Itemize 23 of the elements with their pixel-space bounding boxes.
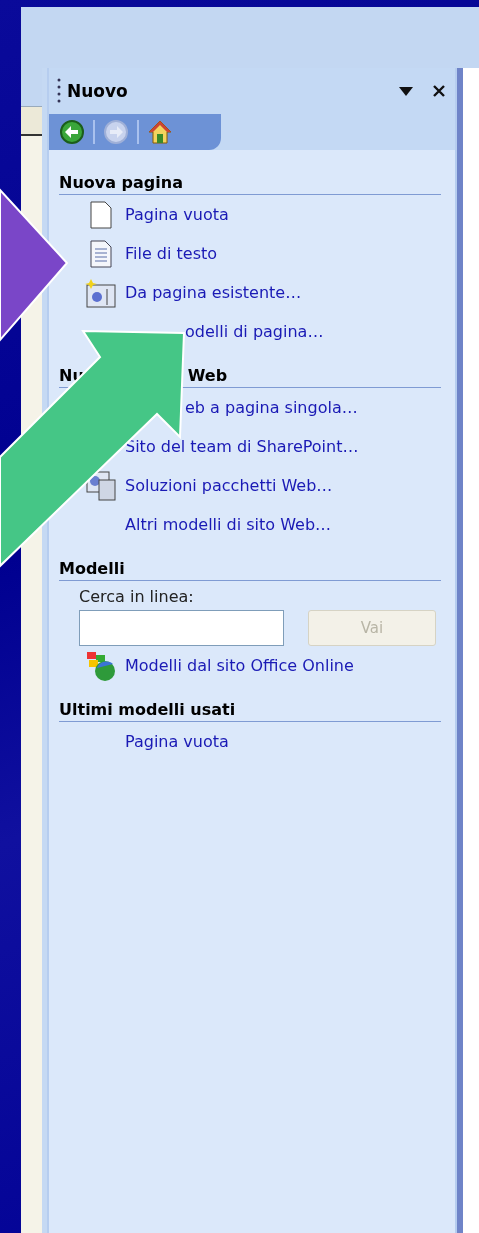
dropdown-caret-icon[interactable] xyxy=(399,86,413,96)
link[interactable]: Modelli dal sito Office Online xyxy=(125,656,354,675)
blank-page-icon xyxy=(90,200,112,229)
home-icon[interactable] xyxy=(147,119,173,145)
globe-with-templates-icon xyxy=(85,649,117,682)
section-heading: Ultimi modelli usati xyxy=(59,700,236,719)
search-label: Cerca in linea: xyxy=(79,587,195,606)
section-heading: Nuova pagina xyxy=(59,173,183,192)
link[interactable]: odelli di pagina… xyxy=(185,322,324,341)
link[interactable]: Pagina vuota xyxy=(125,205,229,224)
link[interactable]: File di testo xyxy=(125,244,218,263)
link[interactable]: eb a pagina singola… xyxy=(185,398,358,417)
close-icon[interactable] xyxy=(433,85,445,97)
link[interactable]: Da pagina esistente… xyxy=(125,283,302,302)
link[interactable]: Pagina vuota xyxy=(125,732,229,751)
pane-title: Nuovo xyxy=(67,81,129,101)
section-heading: Web xyxy=(187,366,228,385)
grip-icon[interactable] xyxy=(57,77,61,105)
link[interactable]: Altri modelli di sito Web… xyxy=(125,515,332,534)
search-field[interactable] xyxy=(79,610,284,646)
section-heading: Modelli xyxy=(59,559,125,578)
text-page-icon xyxy=(90,239,112,268)
link[interactable]: Soluzioni pacchetti Web… xyxy=(125,476,333,495)
